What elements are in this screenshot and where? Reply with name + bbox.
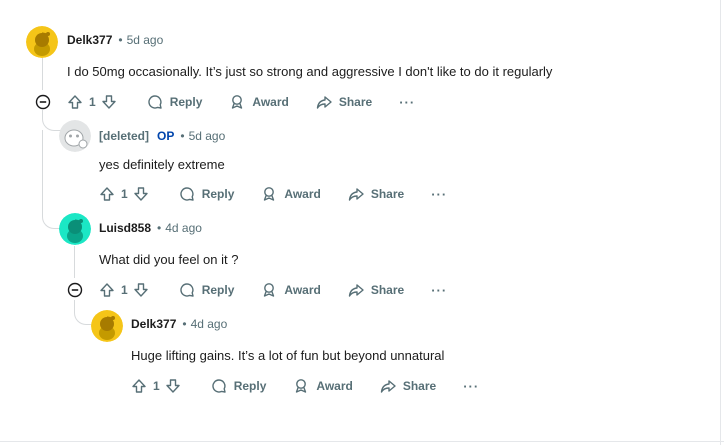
vote-count: 1 <box>121 187 128 201</box>
award-button[interactable]: Award <box>261 282 321 298</box>
separator-dot: • <box>157 221 162 235</box>
minus-circle-icon[interactable] <box>35 94 51 110</box>
comment-time[interactable]: 4d ago <box>165 221 202 235</box>
arrow-down-icon[interactable] <box>101 94 117 110</box>
share-label: Share <box>402 379 437 393</box>
comment-meta: Luisd858 • 4d ago <box>99 218 202 238</box>
reply-label: Reply <box>169 95 203 109</box>
snoo-avatar-icon <box>91 310 123 342</box>
award-icon <box>232 95 243 109</box>
snoo-avatar-icon <box>26 26 58 58</box>
comment-actions: 1 Reply Award Share ··· <box>99 182 447 206</box>
award-button[interactable]: Award <box>261 186 321 202</box>
award-icon <box>264 187 275 201</box>
arrow-down-icon[interactable] <box>165 378 181 394</box>
separator-dot: • <box>118 33 123 47</box>
separator-dot: • <box>182 317 187 331</box>
separator-dot: • <box>180 129 185 143</box>
vote-group: 1 <box>131 378 181 394</box>
avatar[interactable] <box>91 310 123 342</box>
share-arrow-icon <box>380 380 396 393</box>
thread-line-3[interactable] <box>74 246 75 278</box>
arrow-down-icon[interactable] <box>133 282 149 298</box>
comment-author[interactable]: Delk377 <box>131 317 176 331</box>
arrow-up-icon[interactable] <box>67 94 83 110</box>
window-edge-right <box>720 0 721 445</box>
comment-meta: [deleted] OP • 5d ago <box>99 126 225 146</box>
reply-label: Reply <box>201 187 235 201</box>
award-icon <box>264 283 275 297</box>
comment-meta: Delk377 • 4d ago <box>131 314 227 334</box>
comment-actions: 1 Reply Award Share ··· <box>99 278 447 302</box>
award-label: Award <box>284 187 321 201</box>
comment-body: What did you feel on it ? <box>99 252 239 267</box>
speech-bubble-icon <box>211 379 226 393</box>
more-options-button[interactable]: ··· <box>431 283 447 298</box>
op-badge: OP <box>157 129 175 143</box>
reply-button[interactable]: Reply <box>147 94 203 110</box>
speech-bubble-icon <box>179 283 194 297</box>
share-label: Share <box>370 187 405 201</box>
award-button[interactable]: Award <box>229 94 289 110</box>
share-arrow-icon <box>316 96 332 109</box>
share-label: Share <box>338 95 373 109</box>
more-options-button[interactable]: ··· <box>399 95 415 110</box>
comment-author: [deleted] <box>99 129 150 143</box>
more-options-button[interactable]: ··· <box>463 379 479 394</box>
award-label: Award <box>284 283 321 297</box>
share-button[interactable]: Share <box>316 94 372 110</box>
arrow-up-icon[interactable] <box>131 378 147 394</box>
avatar[interactable] <box>59 120 91 152</box>
speech-bubble-icon <box>179 187 194 201</box>
snoo-avatar-icon <box>59 213 91 245</box>
minus-circle-icon[interactable] <box>67 282 83 298</box>
comment-meta: Delk377 • 5d ago <box>67 30 163 50</box>
avatar[interactable] <box>59 213 91 245</box>
share-label: Share <box>370 283 405 297</box>
speech-bubble-icon <box>147 95 162 109</box>
reply-button[interactable]: Reply <box>211 378 267 394</box>
comment-author[interactable]: Delk377 <box>67 33 112 47</box>
share-button[interactable]: Share <box>380 378 436 394</box>
comment-author[interactable]: Luisd858 <box>99 221 151 235</box>
more-options-button[interactable]: ··· <box>431 187 447 202</box>
share-button[interactable]: Share <box>348 186 404 202</box>
thread-line-1[interactable] <box>42 58 43 90</box>
comment-time[interactable]: 4d ago <box>191 317 228 331</box>
award-label: Award <box>316 379 353 393</box>
vote-group: 1 <box>67 94 117 110</box>
reply-label: Reply <box>233 379 267 393</box>
vote-count: 1 <box>89 95 96 109</box>
vote-count: 1 <box>121 283 128 297</box>
comment-body: I do 50mg occasionally. It’s just so str… <box>67 64 553 79</box>
vote-count: 1 <box>153 379 160 393</box>
reply-button[interactable]: Reply <box>179 186 235 202</box>
vote-group: 1 <box>99 282 149 298</box>
arrow-down-icon[interactable] <box>133 186 149 202</box>
award-icon <box>296 379 307 393</box>
award-label: Award <box>252 95 289 109</box>
comment-actions: 1 Reply Award Share ··· <box>67 90 415 114</box>
deleted-user-avatar-icon <box>59 120 91 152</box>
window-edge-bottom <box>0 441 724 442</box>
vote-group: 1 <box>99 186 149 202</box>
award-button[interactable]: Award <box>293 378 353 394</box>
reply-button[interactable]: Reply <box>179 282 235 298</box>
share-button[interactable]: Share <box>348 282 404 298</box>
arrow-up-icon[interactable] <box>99 186 115 202</box>
share-arrow-icon <box>348 188 364 201</box>
comment-body: yes definitely extreme <box>99 157 225 172</box>
comment-time[interactable]: 5d ago <box>127 33 164 47</box>
comment-actions: 1 Reply Award Share ··· <box>131 374 479 398</box>
arrow-up-icon[interactable] <box>99 282 115 298</box>
reply-label: Reply <box>201 283 235 297</box>
share-arrow-icon <box>348 284 364 297</box>
avatar[interactable] <box>26 26 58 58</box>
comment-body: Huge lifting gains. It’s a lot of fun bu… <box>131 348 445 363</box>
comment-time[interactable]: 5d ago <box>189 129 226 143</box>
